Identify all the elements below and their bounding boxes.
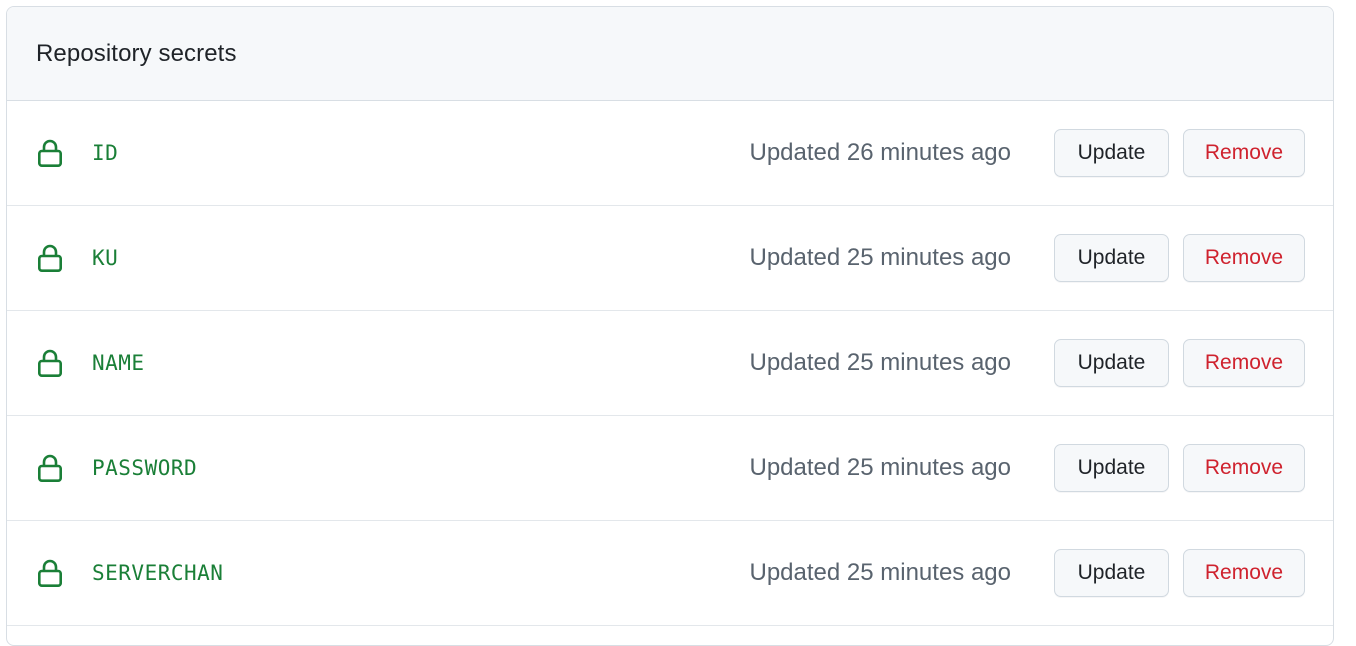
secret-name: PASSWORD	[92, 456, 198, 480]
update-button[interactable]: Update	[1054, 339, 1169, 387]
secret-row: SERVERCHAN Updated 25 minutes ago Update…	[7, 521, 1333, 626]
lock-icon	[37, 454, 62, 482]
remove-button[interactable]: Remove	[1183, 129, 1305, 177]
secret-updated-time: Updated 25 minutes ago	[749, 559, 1011, 586]
secret-updated-time: Updated 25 minutes ago	[749, 349, 1011, 376]
remove-button[interactable]: Remove	[1183, 444, 1305, 492]
lock-icon	[37, 559, 62, 587]
secret-name: ID	[92, 141, 119, 165]
secret-name: SERVERCHAN	[92, 561, 224, 585]
secret-updated-time: Updated 25 minutes ago	[749, 244, 1011, 271]
panel-title: Repository secrets	[36, 39, 237, 67]
secret-row: PASSWORD Updated 25 minutes ago Update R…	[7, 416, 1333, 521]
secret-row: KU Updated 25 minutes ago Update Remove	[7, 206, 1333, 311]
panel-header: Repository secrets	[7, 7, 1333, 101]
update-button[interactable]: Update	[1054, 234, 1169, 282]
secret-row: NAME Updated 25 minutes ago Update Remov…	[7, 311, 1333, 416]
secret-row: ID Updated 26 minutes ago Update Remove	[7, 101, 1333, 206]
lock-icon	[37, 139, 62, 167]
lock-icon	[37, 244, 62, 272]
update-button[interactable]: Update	[1054, 444, 1169, 492]
update-button[interactable]: Update	[1054, 129, 1169, 177]
remove-button[interactable]: Remove	[1183, 549, 1305, 597]
remove-button[interactable]: Remove	[1183, 234, 1305, 282]
secret-updated-time: Updated 25 minutes ago	[749, 454, 1011, 481]
update-button[interactable]: Update	[1054, 549, 1169, 597]
secret-name: NAME	[92, 351, 145, 375]
secret-name: KU	[92, 246, 119, 270]
repository-secrets-panel: Repository secrets ID Updated 26 minutes…	[6, 6, 1334, 646]
secret-updated-time: Updated 26 minutes ago	[749, 139, 1011, 166]
remove-button[interactable]: Remove	[1183, 339, 1305, 387]
lock-icon	[37, 349, 62, 377]
